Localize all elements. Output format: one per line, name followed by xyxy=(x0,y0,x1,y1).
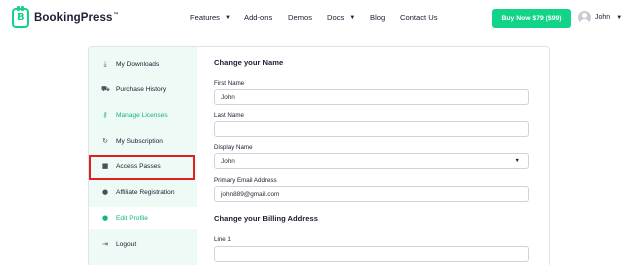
first-name-value: John xyxy=(221,93,235,101)
nav-blog[interactable]: Blog xyxy=(370,13,385,22)
line1-field[interactable] xyxy=(214,246,529,262)
chevron-down-icon: ▼ xyxy=(349,14,356,21)
cart-icon: ⛟ xyxy=(101,84,110,93)
display-name-value: John xyxy=(221,157,235,165)
calendar-logo-icon: B xyxy=(12,6,29,28)
nav-addons[interactable]: Add-ons xyxy=(244,13,272,22)
first-name-field[interactable]: John xyxy=(214,89,529,105)
bookingpress-logo[interactable]: B BookingPress™ xyxy=(12,6,119,28)
sidebar-item-my-subscription[interactable]: ↻ My Subscription xyxy=(89,130,197,152)
user-icon: ● xyxy=(101,214,109,222)
display-name-select[interactable]: John ▼ xyxy=(214,153,529,169)
nav-contact-label: Contact Us xyxy=(400,13,438,22)
email-label: Primary Email Address xyxy=(214,177,277,184)
user-name: John xyxy=(595,14,611,21)
sidebar-item-edit-profile[interactable]: ● Edit Profile xyxy=(89,207,197,229)
sidebar-item-label: Logout xyxy=(116,240,137,248)
highlight-annotation-box xyxy=(89,155,195,180)
sidebar-item-label: My Subscription xyxy=(116,137,163,145)
display-name-label: Display Name xyxy=(214,144,253,151)
sidebar-item-label: Affiliate Registration xyxy=(116,188,175,196)
avatar xyxy=(578,11,591,24)
info-icon: ● xyxy=(101,188,109,196)
sidebar-item-purchase-history[interactable]: ⛟ Purchase History xyxy=(89,78,197,100)
change-billing-title: Change your Billing Address xyxy=(214,214,318,223)
user-menu[interactable]: John ▼ xyxy=(578,11,622,24)
sidebar-item-label: My Downloads xyxy=(116,60,160,68)
nav-demos-label: Demos xyxy=(288,13,313,22)
nav-demos[interactable]: Demos xyxy=(288,13,312,22)
nav-blog-label: Blog xyxy=(370,13,386,22)
refresh-icon: ↻ xyxy=(102,137,108,145)
key-icon: ⚷ xyxy=(102,111,108,119)
nav-docs-label: Docs xyxy=(327,13,345,22)
sidebar-item-my-downloads[interactable]: ⤓ My Downloads xyxy=(89,53,197,75)
first-name-label: First Name xyxy=(214,80,245,87)
sidebar-item-label: Manage Licenses xyxy=(116,111,168,119)
site-header: B BookingPress™ Features ▼ Add-ons Demos… xyxy=(0,0,635,38)
line1-label: Line 1 xyxy=(214,236,231,243)
change-name-title: Change your Name xyxy=(214,58,284,67)
chevron-down-icon: ▼ xyxy=(616,14,623,21)
nav-contact[interactable]: Contact Us xyxy=(400,13,438,22)
nav-docs[interactable]: Docs ▼ xyxy=(327,13,355,22)
download-icon: ⤓ xyxy=(103,59,107,68)
sidebar-item-label: Purchase History xyxy=(116,85,167,93)
sidebar-item-manage-licenses[interactable]: ⚷ Manage Licenses xyxy=(89,104,197,126)
logout-icon: ⇥ xyxy=(102,240,108,248)
logo-text: BookingPress xyxy=(34,12,113,24)
email-field[interactable]: john889@gmail.com xyxy=(214,186,529,202)
last-name-field[interactable] xyxy=(214,121,529,137)
caret-down-icon: ▼ xyxy=(514,158,520,164)
trademark: ™ xyxy=(113,12,119,18)
last-name-label: Last Name xyxy=(214,112,244,119)
sidebar-item-label: Edit Profile xyxy=(116,214,148,222)
buy-now-button[interactable]: Buy Now $79 ($99) xyxy=(492,9,571,28)
sidebar-item-logout[interactable]: ⇥ Logout xyxy=(89,233,197,255)
nav-addons-label: Add-ons xyxy=(244,13,273,22)
nav-features-label: Features xyxy=(190,13,220,22)
email-value: john889@gmail.com xyxy=(221,190,280,198)
chevron-down-icon: ▼ xyxy=(224,14,231,21)
sidebar-item-affiliate-registration[interactable]: ● Affiliate Registration xyxy=(89,181,197,203)
nav-features[interactable]: Features ▼ xyxy=(190,13,231,22)
